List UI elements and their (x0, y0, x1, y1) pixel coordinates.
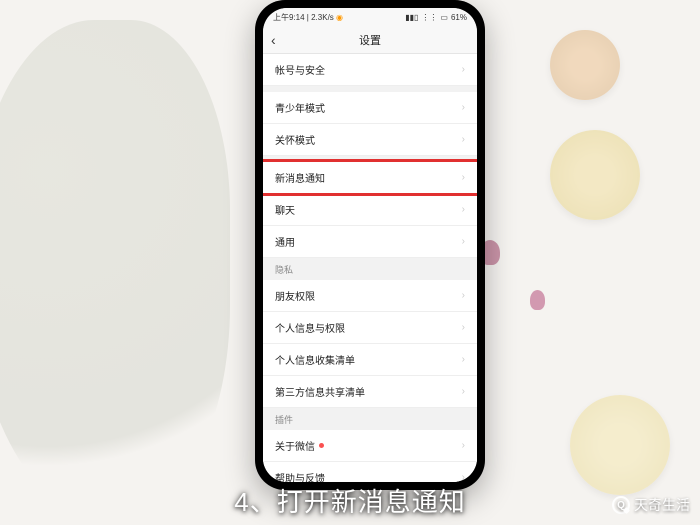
cell-label: 个人信息与权限 (275, 320, 345, 335)
chevron-right-icon: › (462, 134, 465, 145)
phone-frame: 上午9:14 | 2.3K/s ◉ ▮▮▯ ⋮⋮ ▭ 61% ‹ 设置 帐号与安… (255, 0, 485, 490)
back-button[interactable]: ‹ (271, 32, 276, 48)
status-indicators: ▮▮▯ ⋮⋮ ▭ 61% (405, 13, 467, 22)
watermark-text: 天奇生活 (634, 495, 690, 515)
wifi-icon: ⋮⋮ (421, 13, 437, 22)
signal-icon: ▮▮▯ (405, 13, 418, 22)
phone-screen: 上午9:14 | 2.3K/s ◉ ▮▮▯ ⋮⋮ ▭ 61% ‹ 设置 帐号与安… (263, 8, 477, 482)
background-citrus (550, 30, 620, 100)
cell-label: 朋友权限 (275, 288, 315, 303)
cell-about-wechat[interactable]: 关于微信 › (263, 430, 477, 462)
cell-label: 关于微信 (275, 438, 324, 453)
tutorial-caption: 4、打开新消息通知 (0, 482, 700, 519)
cell-teen-mode[interactable]: 青少年模式 › (263, 92, 477, 124)
settings-list: 帐号与安全 › (263, 54, 477, 86)
cell-help-feedback[interactable]: 帮助与反馈 › (263, 462, 477, 482)
chevron-right-icon: › (462, 354, 465, 365)
cell-label: 关怀模式 (275, 132, 315, 147)
section-header-privacy: 隐私 (263, 258, 477, 280)
watermark: Q 天奇生活 (612, 495, 690, 515)
chevron-right-icon: › (462, 440, 465, 451)
background-flower (530, 290, 545, 310)
background-foliage (0, 20, 230, 520)
cell-personal-info-permission[interactable]: 个人信息与权限 › (263, 312, 477, 344)
cell-label: 第三方信息共享清单 (275, 384, 365, 399)
chevron-right-icon: › (462, 322, 465, 333)
watermark-logo-icon: Q (612, 496, 630, 514)
battery-percent: 61% (451, 13, 467, 22)
cell-chat[interactable]: 聊天 › (263, 194, 477, 226)
status-time: 上午9:14 | 2.3K/s ◉ (273, 12, 343, 23)
chevron-right-icon: › (462, 386, 465, 397)
background-citrus (570, 395, 670, 495)
chevron-right-icon: › (462, 290, 465, 301)
cell-label: 聊天 (275, 202, 295, 217)
section-header-plugin: 插件 (263, 408, 477, 430)
nav-bar: ‹ 设置 (263, 26, 477, 54)
cell-label: 新消息通知 (275, 170, 325, 185)
chevron-right-icon: › (462, 64, 465, 75)
page-title: 设置 (359, 32, 381, 48)
cell-general[interactable]: 通用 › (263, 226, 477, 258)
chevron-right-icon: › (462, 172, 465, 183)
battery-icon: ▭ (440, 13, 448, 22)
chevron-right-icon: › (462, 472, 465, 482)
cell-label: 个人信息收集清单 (275, 352, 355, 367)
red-dot-icon (319, 443, 324, 448)
cell-label: 青少年模式 (275, 100, 325, 115)
cell-thirdparty-sharing[interactable]: 第三方信息共享清单 › (263, 376, 477, 408)
cell-label: 帮助与反馈 (275, 470, 325, 482)
cell-new-message-notify[interactable]: 新消息通知 › (263, 162, 477, 194)
chevron-right-icon: › (462, 204, 465, 215)
cell-label: 帐号与安全 (275, 62, 325, 77)
chevron-right-icon: › (462, 236, 465, 247)
background-citrus (550, 130, 640, 220)
cell-account-security[interactable]: 帐号与安全 › (263, 54, 477, 86)
cell-label: 通用 (275, 234, 295, 249)
status-bar: 上午9:14 | 2.3K/s ◉ ▮▮▯ ⋮⋮ ▭ 61% (263, 8, 477, 26)
cell-friend-permission[interactable]: 朋友权限 › (263, 280, 477, 312)
cell-personal-info-collection[interactable]: 个人信息收集清单 › (263, 344, 477, 376)
cell-care-mode[interactable]: 关怀模式 › (263, 124, 477, 156)
chevron-right-icon: › (462, 102, 465, 113)
